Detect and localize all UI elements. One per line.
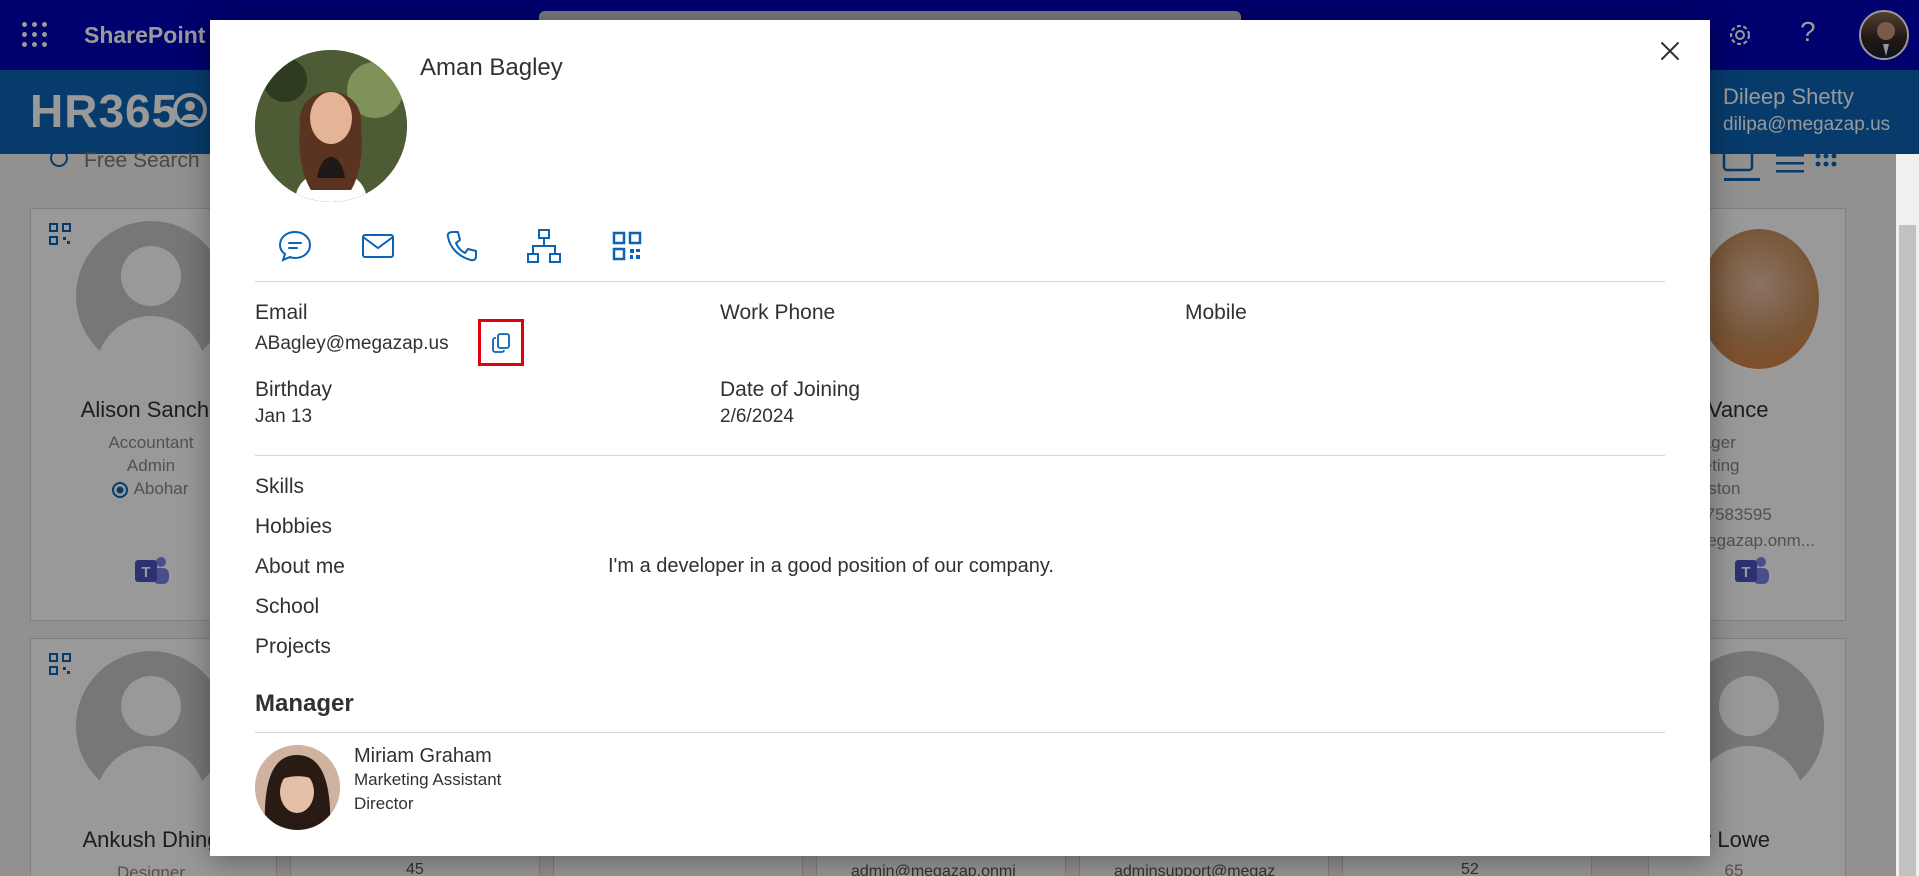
- divider: [255, 732, 1665, 733]
- manager-heading: Manager: [255, 690, 354, 717]
- profile-dialog: Aman Bagley Email ABagley@megazap.us Wor…: [210, 20, 1710, 856]
- qr-code-icon[interactable]: [607, 226, 647, 266]
- close-icon[interactable]: [1655, 36, 1685, 66]
- projects-label: Projects: [255, 635, 331, 658]
- manager-job-title: Marketing Assistant: [354, 770, 502, 789]
- about-me-label: About me: [255, 555, 345, 578]
- org-chart-icon[interactable]: [524, 226, 564, 266]
- manager-photo[interactable]: [255, 745, 340, 830]
- phone-icon[interactable]: [441, 226, 481, 266]
- about-me-value: I'm a developer in a good position of ou…: [608, 555, 1054, 577]
- copy-icon: [492, 333, 510, 353]
- mobile-label: Mobile: [1185, 301, 1247, 324]
- chat-icon[interactable]: [275, 226, 315, 266]
- email-icon[interactable]: [358, 226, 398, 266]
- school-label: School: [255, 595, 320, 618]
- birthday-label: Birthday: [255, 378, 333, 401]
- profile-photo: [255, 50, 407, 202]
- hobbies-label: Hobbies: [255, 515, 333, 538]
- work-phone-label: Work Phone: [720, 301, 836, 324]
- divider: [255, 455, 1665, 456]
- date-of-joining-label: Date of Joining: [720, 378, 861, 401]
- manager-department: Director: [354, 794, 414, 813]
- divider: [255, 281, 1665, 282]
- profile-name: Aman Bagley: [420, 54, 563, 81]
- birthday-value: Jan 13: [255, 406, 313, 427]
- date-of-joining-value: 2/6/2024: [720, 406, 794, 427]
- skills-label: Skills: [255, 475, 305, 498]
- email-label: Email: [255, 301, 308, 324]
- manager-name[interactable]: Miriam Graham: [354, 745, 492, 768]
- copy-email-button[interactable]: [478, 319, 524, 366]
- email-value[interactable]: ABagley@megazap.us: [255, 333, 449, 355]
- page-scrollbar-thumb[interactable]: [1899, 225, 1916, 876]
